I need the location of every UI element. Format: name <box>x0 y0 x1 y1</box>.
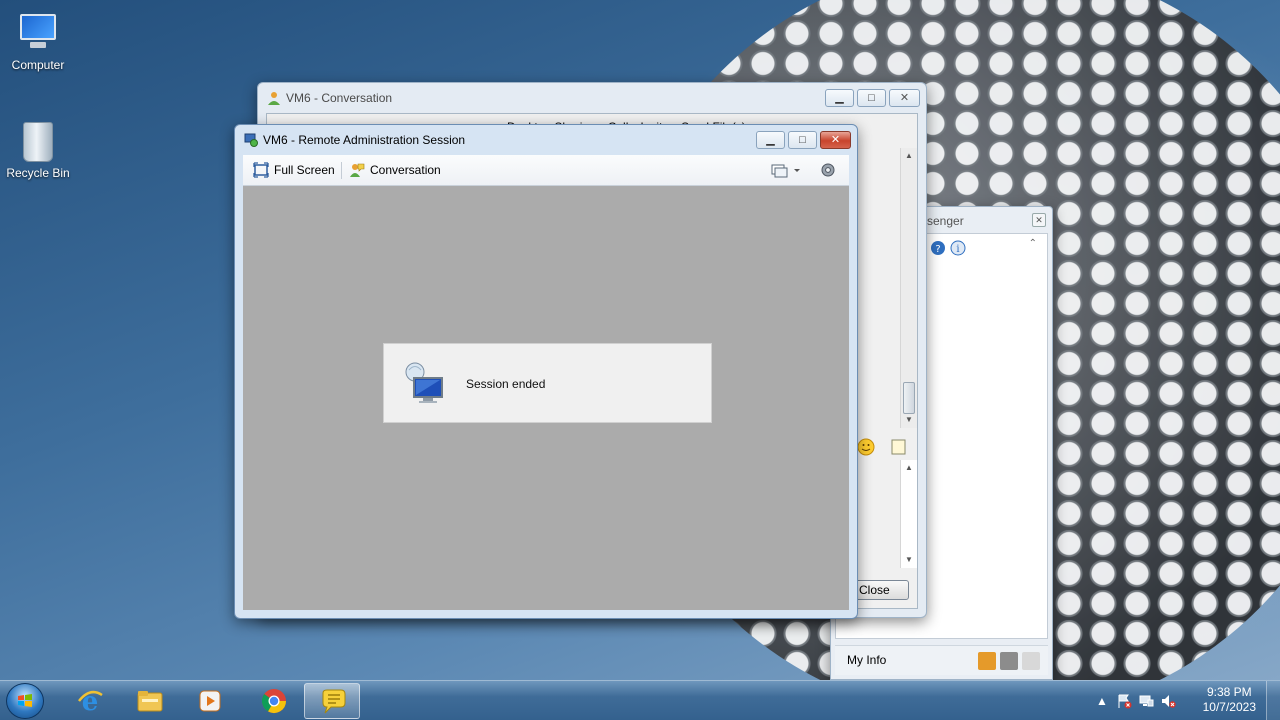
clock-time: 9:38 PM <box>1206 685 1252 699</box>
internet-explorer-icon: e <box>78 687 103 715</box>
minimize-button[interactable]: ▁ <box>825 89 854 107</box>
emoticon-icon[interactable] <box>857 438 909 456</box>
remote-computer-icon <box>405 362 443 403</box>
taskbar-internet-explorer[interactable]: e <box>62 683 118 719</box>
scroll-up-arrow[interactable]: ▲ <box>901 148 917 164</box>
desktop-icon-label: Recycle Bin <box>6 166 70 180</box>
window-title: senger <box>927 214 964 228</box>
monitor-dropdown-icon <box>771 164 800 178</box>
help-icon[interactable]: ? i <box>930 240 966 256</box>
presence-busy-icon[interactable] <box>1000 652 1018 670</box>
presence-offline-icon[interactable] <box>1022 652 1040 670</box>
session-toolbar: Full Screen Conversation <box>243 155 849 186</box>
caption-buttons: ▁ □ ✕ <box>756 131 851 149</box>
svg-text:?: ? <box>935 244 940 255</box>
desktop-icon-computer[interactable]: Computer <box>0 10 76 72</box>
full-screen-icon <box>253 162 269 178</box>
chrome-icon <box>261 689 286 714</box>
remote-session-icon <box>244 133 258 147</box>
full-screen-button[interactable]: Full Screen <box>253 162 335 178</box>
start-button[interactable] <box>6 683 44 719</box>
messenger-status-bar: My Info <box>835 645 1048 675</box>
toolbar-separator <box>341 162 342 179</box>
network-icon[interactable] <box>1138 693 1154 709</box>
minimize-button[interactable]: ▁ <box>756 131 785 149</box>
show-hidden-icons-button[interactable]: ▲ <box>1094 693 1110 709</box>
show-desktop-button[interactable] <box>1266 681 1280 720</box>
scroll-up-arrow[interactable]: ▲ <box>901 460 917 476</box>
title-bar[interactable]: VM6 - Remote Administration Session ▁ □ … <box>235 125 857 155</box>
scroll-thumb[interactable] <box>903 382 915 414</box>
caption-buttons: ▁ □ ✕ <box>825 89 920 107</box>
folder-icon <box>137 691 163 712</box>
history-scrollbar[interactable]: ▲ ▼ <box>900 148 917 428</box>
close-button[interactable]: ✕ <box>889 89 920 107</box>
close-button[interactable]: ✕ <box>820 131 851 149</box>
user-icon <box>268 92 280 105</box>
gear-icon <box>821 163 835 177</box>
presence-selector <box>978 652 1040 670</box>
conversation-icon <box>350 163 365 177</box>
session-status-message: Session ended <box>466 377 546 391</box>
computer-icon <box>16 10 60 54</box>
title-bar[interactable]: VM6 - Conversation ▁ □ ✕ <box>258 83 926 113</box>
my-info-link[interactable]: My Info <box>847 653 886 667</box>
settings-button[interactable] <box>819 162 837 178</box>
full-screen-label: Full Screen <box>274 163 335 177</box>
taskbar-messenger[interactable] <box>304 683 360 719</box>
system-tray: ▲ 9:38 PM 10/7/2023 <box>1090 681 1280 720</box>
presence-online-icon[interactable] <box>978 652 996 670</box>
input-scrollbar[interactable]: ▲ ▼ <box>900 460 917 568</box>
window-title: VM6 - Conversation <box>286 91 393 105</box>
scroll-down-arrow[interactable]: ▼ <box>901 552 917 568</box>
conversation-button[interactable]: Conversation <box>349 162 441 178</box>
display-options-button[interactable] <box>771 162 801 178</box>
session-status-panel: Session ended <box>383 343 712 423</box>
clock-date: 10/7/2023 <box>1202 700 1256 714</box>
desktop-icon-recycle-bin[interactable]: Recycle Bin <box>0 122 76 180</box>
action-center-flag-icon[interactable] <box>1116 693 1132 709</box>
close-button[interactable]: ✕ <box>1032 213 1046 227</box>
remote-desktop-viewport[interactable]: Session ended <box>243 186 849 610</box>
maximize-button[interactable]: □ <box>788 131 817 149</box>
taskbar-windows-explorer[interactable] <box>122 683 178 719</box>
taskbar-media-player[interactable] <box>182 683 238 719</box>
taskbar: e ▲ 9:38 PM 10/7/2023 <box>0 680 1280 720</box>
close-button[interactable]: Close <box>855 580 909 600</box>
scroll-down-arrow[interactable]: ▼ <box>901 412 917 428</box>
remote-session-window[interactable]: VM6 - Remote Administration Session ▁ □ … <box>234 124 858 619</box>
desktop-icon-label: Computer <box>11 58 65 72</box>
windows-logo-icon <box>18 694 32 707</box>
recycle-bin-icon <box>23 122 53 162</box>
taskbar-chrome[interactable] <box>246 683 302 719</box>
window-title: VM6 - Remote Administration Session <box>263 133 466 147</box>
maximize-button[interactable]: □ <box>857 89 886 107</box>
svg-text:i: i <box>956 244 959 255</box>
clock[interactable]: 9:38 PM 10/7/2023 <box>1203 685 1256 715</box>
volume-muted-icon[interactable] <box>1160 693 1176 709</box>
media-player-icon <box>199 690 221 712</box>
speech-bubble-icon <box>322 689 346 714</box>
conversation-label: Conversation <box>370 163 441 177</box>
chevron-up-icon[interactable]: ⌃ <box>1029 238 1037 249</box>
